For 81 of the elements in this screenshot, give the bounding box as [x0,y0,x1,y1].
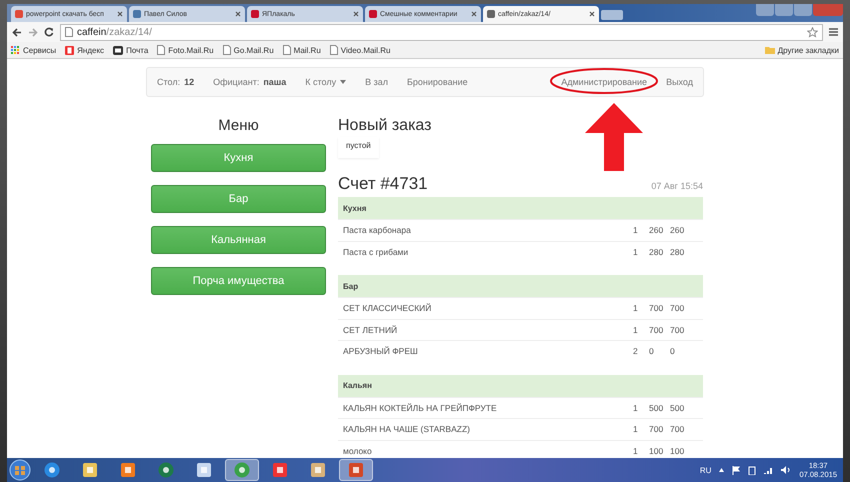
nav-dropdown-link[interactable]: К столу [305,77,346,87]
bill-date: 07 Авг 15:54 [651,181,703,191]
nav-info-text: Официант: паша [213,77,286,87]
item-name: молоко [343,446,373,456]
tray-arrow-icon[interactable] [719,468,724,472]
signal-icon[interactable] [764,466,774,474]
back-icon[interactable] [12,28,22,36]
item-total: 260 [670,225,686,236]
order-title: Новый заказ [338,117,432,135]
start-orb-icon[interactable] [9,459,31,481]
annotation-arrow [585,103,643,171]
menu-icon[interactable] [829,28,838,36]
item-price: 280 [649,246,664,257]
item-price: 100 [649,446,664,456]
item-qty: 1 [633,246,639,257]
bookmark-link[interactable]: Video.Mail.Ru [330,45,390,55]
item-name: КАЛЬЯН КОКТЕЙЛЬ НА ГРЕЙПФРУТЕ [343,402,498,413]
item-qty: 1 [633,446,639,456]
nav-info-text: Стол: 12 [157,77,194,87]
item-price: 0 [649,346,655,356]
item-name: Паста карбонара [343,225,412,236]
star-icon[interactable] [807,26,818,38]
item-qty: 2 [633,346,639,356]
nav-link[interactable]: Бронирование [407,77,468,87]
page-icon [157,45,166,55]
flag-icon[interactable] [732,466,740,474]
caret-icon [340,80,346,84]
address-bar[interactable]: caffein/zakaz/14/ [60,24,823,40]
item-name: Паста с грибами [343,246,410,257]
item-price: 700 [649,424,664,434]
item-total: 700 [670,303,686,314]
nav-link[interactable]: Администрирование [561,77,648,87]
page-icon [330,45,338,55]
close-icon[interactable] [117,11,123,17]
item-total: 280 [670,246,686,257]
taskbar-app[interactable] [339,459,373,481]
url-text: caffein/zakaz/14/ [77,26,153,38]
close-icon[interactable] [235,11,241,17]
item-price: 500 [649,402,664,413]
close-icon[interactable] [353,11,359,17]
item-name: КАЛЬЯН НА ЧАШЕ (STARBAZZ) [343,424,471,434]
item-name: АРБУЗНЫЙ ФРЕШ [343,346,419,356]
bookmark-link[interactable]: Почта [113,46,148,54]
bookmark-link[interactable]: Go.Mail.Ru [222,45,274,55]
item-price: 700 [649,324,664,335]
nav-link[interactable]: Выход [666,77,693,87]
bookmark-link[interactable]: Яндекс [65,46,104,54]
item-qty: 1 [633,402,639,413]
item-price: 700 [649,303,664,314]
item-name: СЕТ КЛАССИЧЕСКИЙ [343,303,432,314]
nav-link[interactable]: В зал [365,77,388,87]
item-qty: 1 [633,424,639,434]
bookmark-link[interactable]: Foto.Mail.Ru [157,45,214,55]
apps-grid-icon [11,46,20,54]
group-header: Кухня [338,197,703,219]
bookmark-link[interactable]: Mail.Ru [282,45,321,55]
item-price: 260 [649,225,664,236]
item-total: 700 [670,324,686,335]
order-status: пустой [338,137,379,158]
page-icon [282,45,291,55]
item-name: СЕТ ЛЕТНИЙ [343,324,398,335]
item-qty: 1 [633,303,639,314]
close-icon[interactable] [589,11,595,17]
item-total: 500 [670,402,686,413]
page-icon [65,27,73,37]
page-icon [222,45,231,55]
group-header: Кальян [338,374,703,396]
mail-icon [113,46,124,54]
item-total: 0 [670,346,676,356]
item-total: 100 [670,446,686,456]
bill-title: Счет #4731 [338,174,428,194]
item-qty: 1 [633,225,639,236]
language-indicator[interactable]: RU [700,466,712,474]
reload-icon[interactable] [44,27,54,37]
close-icon[interactable] [471,11,477,17]
other-bookmarks-link[interactable]: Другие закладки [764,46,839,54]
menu-title: Меню [217,117,260,134]
item-total: 700 [670,424,686,434]
bookmark-link[interactable]: Сервисы [11,46,56,54]
item-qty: 1 [633,324,639,335]
group-header: Бар [338,275,703,297]
